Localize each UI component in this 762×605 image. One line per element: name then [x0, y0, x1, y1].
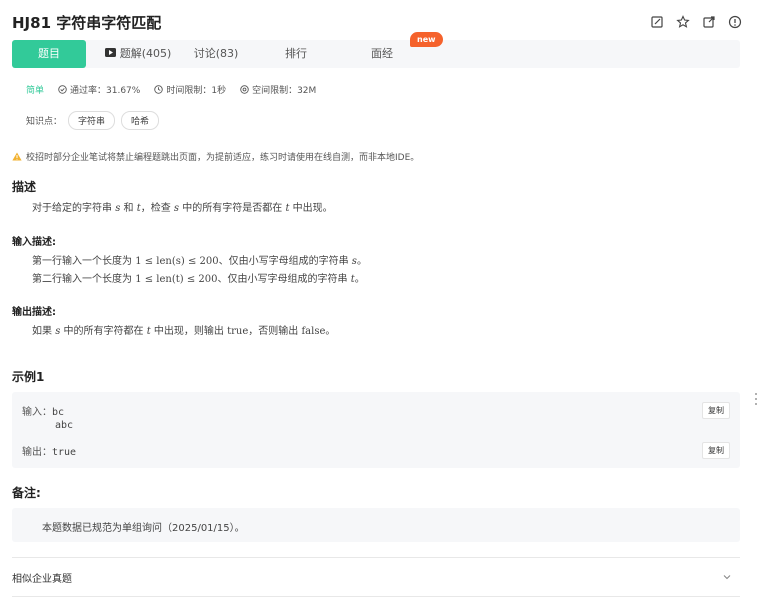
- desc-part: 中出现。: [292, 203, 333, 214]
- similar-questions-toggle[interactable]: 相似企业真题: [12, 570, 72, 585]
- output-desc-part: 如果: [32, 326, 52, 337]
- example-input-line2-row: abc: [55, 420, 73, 431]
- desc-part: ，检查: [140, 203, 171, 214]
- math-var-t: t: [146, 326, 151, 337]
- drag-handle-icon[interactable]: [754, 392, 758, 406]
- divider: [12, 596, 740, 597]
- tag-hash[interactable]: 哈希: [121, 111, 160, 130]
- output-desc-part: ，否则输出: [248, 326, 299, 337]
- example-output-label: 输出：: [22, 447, 52, 458]
- desc-part: 和: [123, 203, 134, 214]
- output-desc-heading: 输出描述:: [12, 307, 56, 318]
- description-heading: 描述: [12, 180, 37, 194]
- knowledge-points: 知识点： 字符串 哈希: [26, 111, 160, 130]
- math-var-s: s: [55, 326, 61, 337]
- example-input: 输入：bc: [22, 403, 64, 418]
- tab-solutions-label: 题解(405): [119, 47, 172, 60]
- exam-warning: 校招时部分企业笔试将禁止编程题跳出页面，为提前适应，练习时请使用在线自测，而非本…: [12, 150, 419, 163]
- example-box: 输入：bc abc 复制 输出：true 复制: [12, 392, 740, 468]
- example-output-value: true: [52, 447, 77, 458]
- output-desc-part: 中出现，则输出: [153, 326, 224, 337]
- tab-bar: 题目 题解(405) 讨论(83) 排行 面经: [12, 40, 740, 68]
- tab-problem[interactable]: 题目: [12, 40, 86, 68]
- math-var-s: s: [173, 203, 180, 214]
- divider: [12, 557, 740, 558]
- tab-solutions[interactable]: 题解(405): [98, 40, 178, 68]
- title-actions: [650, 15, 742, 29]
- input-desc-heading: 输入描述:: [12, 237, 56, 248]
- literal-true: true: [227, 326, 249, 337]
- math-var-t: t: [285, 203, 290, 214]
- pass-rate-text: 通过率：31.67%: [70, 86, 141, 96]
- example-input-label: 输入：: [22, 407, 52, 418]
- output-desc-part: 中的所有字符都在: [63, 326, 144, 337]
- example-input-line1: bc: [52, 407, 65, 418]
- copy-output-button[interactable]: 复制: [702, 442, 730, 459]
- description-text: 对于给定的字符串 s 和 t，检查 s 中的所有字符是否都在 t 中出现。: [32, 200, 333, 218]
- warning-icon: [12, 152, 22, 161]
- check-circle-icon: [58, 85, 67, 94]
- input-desc-line1: 第一行输入一个长度为 1 ≤ len(s) ≤ 200、仅由小写字母组成的字符串…: [32, 253, 367, 271]
- memory-icon: [240, 85, 249, 94]
- knowledge-label: 知识点：: [26, 117, 63, 127]
- input-desc-part: 第二行输入一个长度为: [32, 274, 132, 285]
- page-title: HJ81 字符串字符匹配: [12, 14, 162, 32]
- example-input-line2: abc: [55, 420, 74, 431]
- input-desc-line2: 第二行输入一个长度为 1 ≤ len(t) ≤ 200、仅由小写字母组成的字符串…: [32, 271, 365, 289]
- output-desc-text: 如果 s 中的所有字符都在 t 中出现，则输出 true，否则输出 false。: [32, 323, 335, 341]
- desc-part: 对于给定的字符串: [32, 203, 112, 214]
- period: 。: [354, 274, 365, 285]
- math-formula: 1 ≤ len(t) ≤ 200: [135, 274, 218, 285]
- tab-interview[interactable]: 面经: [362, 40, 402, 68]
- share-icon[interactable]: [702, 15, 716, 29]
- period: 。: [356, 256, 367, 267]
- space-limit: 空间限制：32M: [240, 83, 316, 96]
- copy-input-button[interactable]: 复制: [702, 402, 730, 419]
- title-row: HJ81 字符串字符匹配: [12, 12, 742, 34]
- input-desc-part: 、仅由小写字母组成的字符串: [218, 256, 349, 267]
- warning-text: 校招时部分企业笔试将禁止编程题跳出页面，为提前适应，练习时请使用在线自测，而非本…: [26, 153, 420, 163]
- time-limit-text: 时间限制：1秒: [166, 86, 227, 96]
- math-var-s: s: [115, 203, 121, 214]
- tag-string[interactable]: 字符串: [68, 111, 116, 130]
- output-desc-part: 。: [325, 326, 336, 337]
- example-heading: 示例1: [12, 370, 45, 384]
- example-output: 输出：true: [22, 443, 76, 458]
- note-heading: 备注:: [12, 486, 41, 500]
- clock-icon: [154, 85, 164, 94]
- star-icon[interactable]: [676, 15, 690, 29]
- chevron-down-icon[interactable]: [722, 572, 732, 582]
- tab-discussion[interactable]: 讨论(83): [188, 40, 244, 68]
- space-limit-text: 空间限制：32M: [252, 86, 317, 96]
- edit-icon[interactable]: [650, 15, 664, 29]
- pass-rate: 通过率：31.67%: [58, 83, 140, 96]
- time-limit: 时间限制：1秒: [154, 83, 226, 96]
- report-icon[interactable]: [728, 15, 742, 29]
- new-badge: new: [410, 32, 443, 47]
- math-formula: 1 ≤ len(s) ≤ 200: [135, 256, 219, 267]
- tab-ranking[interactable]: 排行: [276, 40, 316, 68]
- input-desc-part: 第一行输入一个长度为: [32, 256, 132, 267]
- desc-part: 中的所有字符是否都在: [182, 203, 283, 214]
- problem-meta: 简单 通过率：31.67% 时间限制：1秒 空间限制：32M: [26, 83, 316, 96]
- note-text: 本题数据已规范为单组询问（2025/01/15）。: [42, 523, 245, 534]
- note-box: 本题数据已规范为单组询问（2025/01/15）。: [12, 508, 740, 542]
- video-icon: [104, 40, 116, 68]
- literal-false: false: [301, 326, 326, 337]
- input-desc-part: 、仅由小写字母组成的字符串: [217, 274, 348, 285]
- difficulty-badge: 简单: [26, 86, 45, 96]
